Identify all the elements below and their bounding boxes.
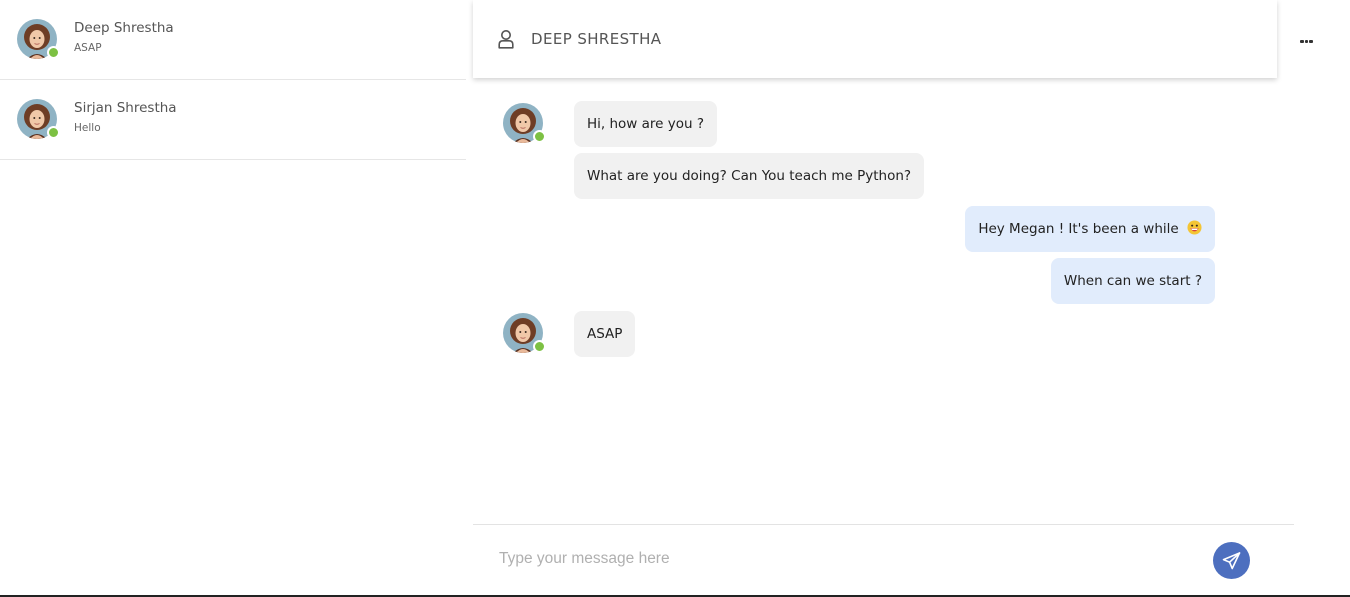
contact-item-deep-shrestha[interactable]: Deep Shrestha ASAP — [0, 0, 466, 80]
outgoing-message: Hey Megan ! It's been a while — [965, 206, 1215, 252]
user-icon — [498, 30, 514, 49]
chat-header: DEEP SHRESTHA — [473, 0, 1277, 78]
incoming-message: ASAP — [574, 311, 636, 357]
incoming-message: Hi, how are you ? — [574, 101, 718, 147]
grinning-face-emoji — [1187, 220, 1202, 235]
chat-title: DEEP SHRESTHA — [531, 30, 662, 48]
more-options-icon — [1300, 39, 1304, 43]
more-options-icon-dot — [1304, 39, 1308, 43]
contact-last-message: Hello — [74, 122, 101, 134]
composer-divider — [473, 524, 1294, 525]
more-options-icon-dot — [1309, 39, 1313, 43]
avatar — [17, 99, 60, 139]
message-text: Hey Megan ! It's been a while — [978, 221, 1179, 237]
message-input[interactable] — [499, 545, 1189, 573]
more-options-button[interactable] — [1300, 30, 1320, 46]
avatar — [17, 19, 60, 59]
sender-avatar — [503, 103, 546, 143]
online-status-dot — [533, 340, 546, 353]
outgoing-message: When can we start ? — [1050, 258, 1215, 304]
online-status-dot — [47, 46, 60, 59]
sender-avatar — [503, 313, 546, 353]
send-button[interactable] — [1213, 542, 1250, 579]
contact-name: Deep Shrestha — [74, 20, 174, 36]
online-status-dot — [533, 130, 546, 143]
contacts-sidebar: Deep Shrestha ASAP Sirjan Shrestha Hello — [0, 0, 466, 597]
contact-last-message: ASAP — [74, 42, 102, 54]
online-status-dot — [47, 126, 60, 139]
incoming-message: What are you doing? Can You teach me Pyt… — [574, 153, 925, 199]
send-icon — [1222, 552, 1241, 570]
contact-name: Sirjan Shrestha — [74, 100, 177, 116]
contact-item-sirjan-shrestha[interactable]: Sirjan Shrestha Hello — [0, 80, 466, 160]
